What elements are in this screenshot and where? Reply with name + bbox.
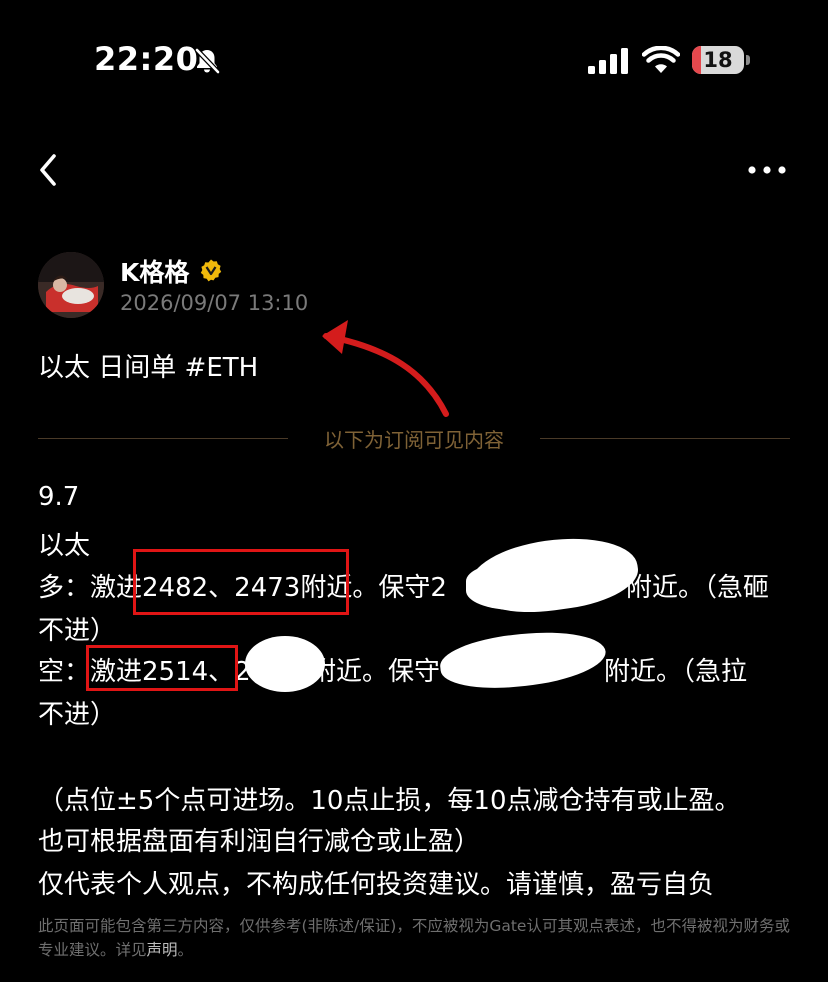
divider-line-right xyxy=(540,438,790,439)
post-title: 以太 日间单 #ETH xyxy=(38,353,259,383)
post-line-long-cont: 不进） xyxy=(38,616,117,646)
wifi-icon xyxy=(642,46,680,73)
annotation-arrow xyxy=(322,320,449,417)
avatar-image xyxy=(38,252,104,318)
divider-line-left xyxy=(38,438,288,439)
avatar[interactable] xyxy=(38,252,104,318)
battery-percentage: 18 xyxy=(703,48,733,72)
subscription-divider-label: 以下为订阅可见内容 xyxy=(324,428,504,452)
disclaimer-link[interactable]: 声明 xyxy=(147,941,178,959)
post-timestamp: 2026/09/07 13:10 xyxy=(120,291,309,315)
cellular-signal-icon xyxy=(588,48,628,74)
status-time: 22:20 xyxy=(94,40,199,78)
post-line-date: 9.7 xyxy=(38,482,80,512)
short-entry-tail: 附近。（急拉 xyxy=(604,657,748,687)
post-line-note-2: 也可根据盘面有利润自行减仓或止盈） xyxy=(38,827,481,857)
disclaimer-end: 。 xyxy=(177,941,194,959)
disclaimer: 此页面可能包含第三方内容，仅供参考(非陈述/保证)，不应被视为Gate认可其观点… xyxy=(38,914,798,962)
verified-badge-icon xyxy=(200,259,222,282)
author-name[interactable]: K格格 xyxy=(120,253,189,289)
highlight-box-short xyxy=(86,645,238,691)
back-chevron-icon[interactable] xyxy=(34,150,64,190)
short-entry-mid: 附近。保守 xyxy=(310,657,441,687)
battery-icon: 18 xyxy=(692,46,752,76)
redaction-blob xyxy=(437,625,609,695)
redaction-blob xyxy=(245,636,325,692)
post-line-note-3: 仅代表个人观点，不构成任何投资建议。请谨慎，盈亏自负 xyxy=(38,870,715,900)
post-line-asset: 以太 xyxy=(38,531,91,561)
battery-cap xyxy=(746,55,750,65)
post-line-short-cont: 不进） xyxy=(38,700,117,730)
highlight-box-long xyxy=(133,549,349,615)
bell-slash-icon xyxy=(195,48,220,74)
post-line-note-1: （点位±5个点可进场。10点止损，每10点减仓持有或止盈。 xyxy=(38,786,741,816)
more-dots-icon[interactable] xyxy=(746,158,788,182)
redaction-blob xyxy=(466,562,586,610)
long-entry-tail: 附近。（急砸 xyxy=(626,573,770,603)
